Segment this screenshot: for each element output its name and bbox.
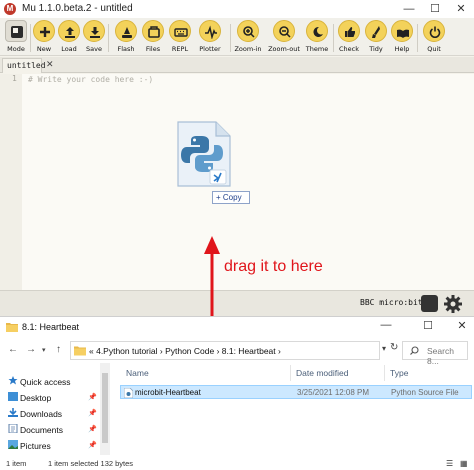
help-button[interactable]: Help — [388, 20, 416, 56]
pictures-icon — [8, 440, 18, 449]
downloads-icon — [8, 408, 18, 417]
navigation-scrollbar[interactable] — [100, 363, 110, 455]
search-icon — [410, 346, 419, 355]
zoom-in-icon — [237, 20, 259, 42]
breadcrumb[interactable]: « 4.Python tutorial › Python Code › 8.1:… — [89, 346, 281, 356]
column-header-date-modified[interactable]: Date modified — [296, 368, 348, 378]
tidy-icon — [365, 20, 387, 42]
selection-info: 1 item selected 132 bytes — [48, 459, 134, 468]
explorer-title: 8.1: Heartbeat — [22, 322, 80, 332]
item-count: 1 item — [6, 459, 27, 468]
plotter-icon — [199, 20, 221, 42]
folder-icon — [6, 323, 18, 332]
screen: M Mu 1.1.0.beta.2 - untitled — ☐ ✕ Mode … — [0, 0, 474, 470]
drag-annotation: drag it to here — [224, 258, 323, 275]
file-explorer-window: 8.1: Heartbeat — ☐ ✕ ← → ▾ ↑ « 4.Python … — [0, 316, 474, 470]
line-number: 1 — [12, 74, 17, 83]
forward-button[interactable]: → — [26, 344, 36, 355]
save-button[interactable]: Save — [80, 20, 108, 56]
mu-window-title: Mu 1.1.0.beta.2 - untitled — [22, 3, 133, 14]
explorer-minimize-button[interactable]: — — [374, 319, 398, 331]
explorer-maximize-button[interactable]: ☐ — [416, 319, 440, 332]
pin-icon: 📌 — [88, 394, 97, 401]
address-bar[interactable]: « 4.Python tutorial › Python Code › 8.1:… — [70, 341, 380, 360]
theme-button[interactable]: Theme — [303, 20, 331, 56]
quit-button[interactable]: Quit — [420, 20, 448, 56]
column-header-name[interactable]: Name — [126, 368, 149, 378]
mu-minimize-button[interactable]: — — [396, 1, 422, 17]
help-icon — [391, 20, 413, 42]
theme-icon — [306, 20, 328, 42]
mode-icon — [5, 20, 27, 42]
documents-icon — [8, 424, 18, 433]
files-icon — [142, 20, 164, 42]
address-dropdown-icon[interactable]: ▾ — [382, 344, 386, 353]
table-row[interactable]: microbit-Heartbeat 3/25/2021 12:08 PM Py… — [120, 385, 472, 399]
quit-button-label: Quit — [427, 45, 441, 53]
explorer-close-button[interactable]: ✕ — [450, 319, 474, 332]
explorer-nav-bar: ← → ▾ ↑ « 4.Python tutorial › Python Cod… — [0, 337, 474, 366]
column-divider[interactable] — [290, 365, 291, 381]
download-icon — [83, 20, 105, 42]
python-file-icon[interactable] — [174, 120, 232, 188]
sidebar-item-documents[interactable]: Documents — [20, 425, 63, 435]
folder-icon — [74, 346, 86, 356]
upload-icon — [58, 20, 80, 42]
flash-icon — [115, 20, 137, 42]
sidebar-item-quick-access[interactable]: Quick access — [20, 377, 71, 387]
zoom-in-button-label: Zoom-in — [234, 45, 262, 53]
mu-status-bar: BBC micro:bit — [0, 290, 474, 316]
sidebar-item-downloads[interactable]: Downloads — [20, 409, 62, 419]
details-view-icon[interactable]: ☰ — [446, 459, 453, 468]
code-line[interactable]: # Write your code here :-) — [28, 75, 153, 84]
editor-tab-bar: untitled ✕ — [0, 57, 474, 73]
thumbs-up-icon — [338, 20, 360, 42]
refresh-icon[interactable]: ↻ — [390, 342, 398, 353]
column-divider[interactable] — [384, 365, 385, 381]
plus-icon — [33, 20, 55, 42]
zoom-out-button[interactable]: Zoom-out — [268, 20, 300, 56]
file-list: Name Date modified Type microbit-Heartbe… — [112, 363, 474, 455]
mu-toolbar: Mode New Load Save Flash Files REPL Plot… — [0, 18, 474, 56]
explorer-status-bar: 1 item 1 item selected 132 bytes ☰ ▦ — [0, 457, 474, 470]
column-header-type[interactable]: Type — [390, 368, 408, 378]
file-name: microbit-Heartbeat — [135, 388, 201, 397]
keyboard-icon — [169, 20, 191, 42]
pin-icon: 📌 — [88, 442, 97, 449]
tab-close-icon[interactable]: ✕ — [46, 59, 54, 70]
mu-close-button[interactable]: ✕ — [448, 1, 474, 17]
sidebar-item-desktop[interactable]: Desktop — [20, 393, 51, 403]
star-icon — [8, 376, 18, 385]
large-icons-view-icon[interactable]: ▦ — [460, 459, 468, 468]
sidebar-item-pictures[interactable]: Pictures — [20, 441, 51, 451]
mode-label: BBC micro:bit — [360, 298, 423, 307]
explorer-title-bar: 8.1: Heartbeat — ☐ ✕ — [0, 317, 474, 337]
plotter-button[interactable]: Plotter — [196, 20, 224, 56]
file-type: Python Source File — [391, 388, 459, 397]
pin-icon: 📌 — [88, 410, 97, 417]
up-button[interactable]: ↑ — [56, 344, 61, 355]
chip-icon — [421, 295, 438, 312]
pin-icon: 📌 — [88, 426, 97, 433]
scrollbar-thumb[interactable] — [102, 373, 108, 443]
desktop-icon — [8, 392, 18, 401]
power-icon — [423, 20, 445, 42]
recent-dropdown-icon[interactable]: ▾ — [42, 346, 46, 354]
plotter-button-label: Plotter — [199, 45, 221, 53]
navigation-pane: Quick access Desktop 📌 Downloads 📌 Docum… — [0, 363, 98, 455]
back-button[interactable]: ← — [8, 344, 18, 355]
tab-untitled[interactable]: untitled — [2, 58, 46, 73]
zoom-in-button[interactable]: Zoom-in — [234, 20, 262, 56]
file-date-modified: 3/25/2021 12:08 PM — [297, 388, 370, 397]
line-number-gutter: 1 — [0, 74, 22, 290]
copy-tooltip: + Copy — [212, 191, 250, 204]
mu-title-bar: M Mu 1.1.0.beta.2 - untitled — ☐ ✕ — [0, 0, 474, 18]
gear-icon[interactable] — [443, 294, 463, 314]
mu-maximize-button[interactable]: ☐ — [422, 1, 448, 17]
python-file-icon — [124, 388, 133, 398]
mu-logo-icon: M — [4, 3, 16, 15]
zoom-out-icon — [273, 20, 295, 42]
